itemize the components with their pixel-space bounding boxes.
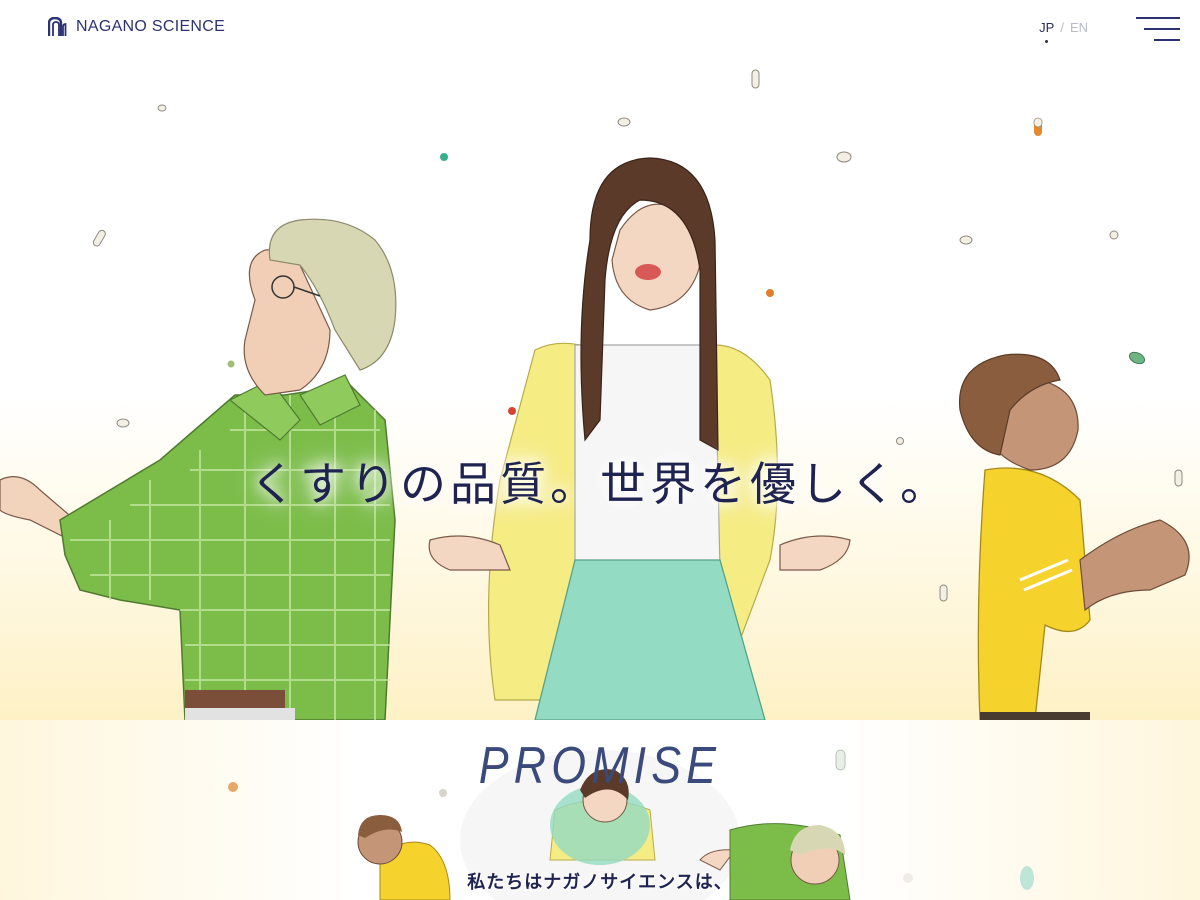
menu-line xyxy=(1144,28,1180,30)
boy-right xyxy=(958,353,1190,720)
hero-section: くすりの品質。世界を優しく。 xyxy=(0,0,1200,720)
hero-headline: くすりの品質。世界を優しく。 xyxy=(250,457,950,511)
woman-center xyxy=(428,157,851,720)
promise-lead-text: 私たちはナガノサイエンスは、 xyxy=(467,872,733,893)
lang-jp-link[interactable]: JP xyxy=(1039,20,1054,43)
page: くすりの品質。世界を優しく。 PROMISE 私たちはナガノサイエンスは、 NA… xyxy=(0,0,1200,900)
menu-line xyxy=(1136,17,1180,19)
hamburger-menu-icon[interactable] xyxy=(1136,17,1180,43)
hero-illustration xyxy=(0,69,1190,720)
promise-section: PROMISE 私たちはナガノサイエンスは、 xyxy=(0,720,1200,900)
site-logo[interactable]: NAGANO SCIENCE xyxy=(48,17,225,37)
logo-text: NAGANO SCIENCE xyxy=(76,18,226,35)
site-header: NAGANO SCIENCE JP / EN xyxy=(0,0,1200,60)
lang-en-link[interactable]: EN xyxy=(1070,20,1088,35)
language-switcher: JP / EN xyxy=(1039,20,1088,43)
promise-heading: PROMISE xyxy=(478,737,722,795)
lang-separator: / xyxy=(1060,20,1064,35)
menu-line xyxy=(1154,39,1180,41)
arch-logo-icon xyxy=(48,17,67,36)
